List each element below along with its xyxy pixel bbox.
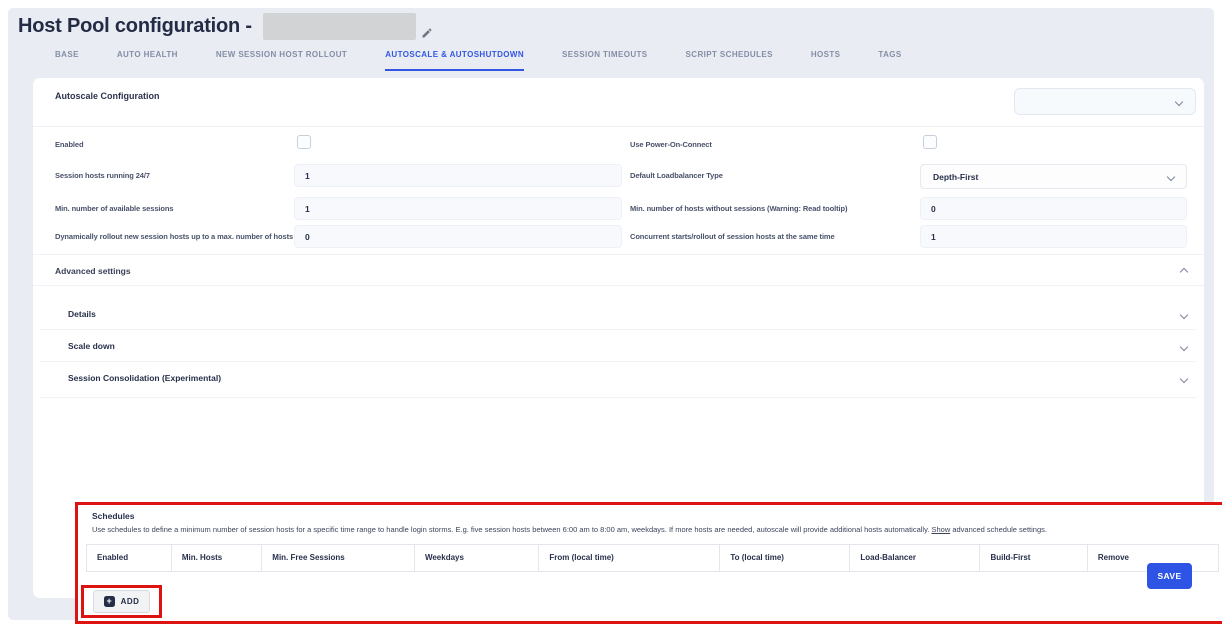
column-header-from-local-time: From (local time) [539, 545, 720, 571]
min-hosts-without-sessions-input[interactable] [920, 197, 1187, 220]
chevron-down-icon [1180, 343, 1188, 351]
tab-bar: BASE AUTO HEALTH NEW SESSION HOST ROLLOU… [55, 50, 902, 71]
tab-hosts[interactable]: HOSTS [811, 50, 841, 71]
autoscale-profile-dropdown[interactable] [1014, 88, 1196, 115]
schedules-highlight-box: Schedules Use schedules to define a mini… [75, 502, 1222, 624]
add-button-highlight-box: + ADD [81, 585, 162, 618]
advanced-settings-sections: Details Scale down Session Consolidation… [40, 298, 1197, 398]
min-available-sessions-input[interactable] [294, 197, 622, 220]
column-header-build-first: Build-First [980, 545, 1087, 571]
edit-pencil-icon[interactable] [421, 27, 433, 39]
scale-down-label: Scale down [68, 330, 115, 361]
add-schedule-button-label: ADD [121, 597, 140, 606]
accordion-scale-down[interactable]: Scale down [40, 330, 1197, 362]
concurrent-starts-input[interactable] [920, 225, 1187, 248]
redacted-pool-name [263, 13, 416, 40]
use-power-on-connect-checkbox[interactable] [923, 135, 937, 149]
column-header-min-hosts: Min. Hosts [172, 545, 262, 571]
save-button[interactable]: SAVE [1147, 563, 1192, 589]
column-header-to-local-time: To (local time) [720, 545, 850, 571]
tab-script-schedules[interactable]: SCRIPT SCHEDULES [686, 50, 773, 71]
chevron-down-icon [1180, 375, 1188, 383]
details-label: Details [68, 298, 96, 329]
section-title-autoscale-configuration: Autoscale Configuration [55, 91, 160, 101]
enabled-control [294, 133, 622, 149]
tab-session-timeouts[interactable]: SESSION TIMEOUTS [562, 50, 648, 71]
form-row: Enabled Use Power-On-Connect [33, 133, 1204, 157]
power-on-connect-control [920, 133, 1187, 149]
advanced-settings-label: Advanced settings [55, 255, 131, 287]
page-title: Host Pool configuration - [18, 15, 252, 38]
session-consolidation-label: Session Consolidation (Experimental) [68, 362, 221, 397]
tab-tags[interactable]: TAGS [878, 50, 901, 71]
min-available-sessions-label: Min. number of available sessions [55, 197, 293, 221]
schedules-description: Use schedules to define a minimum number… [92, 525, 1217, 534]
concurrent-starts-control [920, 225, 1187, 248]
default-loadbalancer-type-value: Depth-First [933, 172, 978, 182]
max-hosts-rollout-label: Dynamically rollout new session hosts up… [55, 225, 293, 249]
column-header-load-balancer: Load-Balancer [850, 545, 980, 571]
tab-auto-health[interactable]: AUTO HEALTH [117, 50, 178, 71]
autoscale-config-card: Autoscale Configuration Enabled Use Powe… [33, 78, 1204, 598]
form-row: Session hosts running 24/7 Default Loadb… [33, 164, 1204, 188]
min-hosts-without-sessions-label: Min. number of hosts without sessions (W… [630, 197, 915, 221]
schedules-description-text: advanced schedule settings. [950, 525, 1047, 534]
concurrent-starts-label: Concurrent starts/rollout of session hos… [630, 225, 915, 249]
column-header-min-free-sessions: Min. Free Sessions [262, 545, 415, 571]
tab-new-session-host-rollout[interactable]: NEW SESSION HOST ROLLOUT [216, 50, 347, 71]
schedules-table-header: Enabled Min. Hosts Min. Free Sessions We… [86, 544, 1219, 572]
session-hosts-24-7-label: Session hosts running 24/7 [55, 164, 293, 188]
chevron-down-icon [1175, 97, 1183, 105]
tab-autoscale-autoshutdown[interactable]: AUTOSCALE & AUTOSHUTDOWN [385, 50, 524, 71]
min-hosts-without-sessions-control [920, 197, 1187, 220]
form-row: Dynamically rollout new session hosts up… [33, 225, 1204, 249]
session-hosts-24-7-control [294, 164, 622, 187]
chevron-down-icon [1167, 172, 1175, 180]
schedules-title: Schedules [92, 511, 135, 521]
form-row: Min. number of available sessions Min. n… [33, 197, 1204, 221]
chevron-down-icon [1180, 311, 1188, 319]
add-schedule-button[interactable]: + ADD [93, 590, 151, 613]
use-power-on-connect-label: Use Power-On-Connect [630, 133, 915, 157]
max-hosts-rollout-input[interactable] [294, 225, 622, 248]
plus-icon: + [104, 596, 115, 607]
accordion-session-consolidation[interactable]: Session Consolidation (Experimental) [40, 362, 1197, 397]
enabled-label: Enabled [55, 133, 293, 157]
chevron-up-icon [1180, 268, 1188, 276]
tab-base[interactable]: BASE [55, 50, 79, 71]
default-loadbalancer-type-select[interactable]: Depth-First [920, 164, 1187, 189]
show-advanced-schedule-settings-link[interactable]: Show [931, 525, 950, 534]
session-hosts-24-7-input[interactable] [294, 164, 622, 187]
schedules-description-text: Use schedules to define a minimum number… [92, 525, 931, 534]
divider [33, 126, 1204, 127]
accordion-advanced-settings[interactable]: Advanced settings [33, 254, 1204, 286]
column-header-weekdays: Weekdays [415, 545, 539, 571]
accordion-details[interactable]: Details [40, 298, 1197, 330]
min-available-sessions-control [294, 197, 622, 220]
max-hosts-rollout-control [294, 225, 622, 248]
default-loadbalancer-type-control: Depth-First [920, 164, 1187, 189]
column-header-enabled: Enabled [87, 545, 172, 571]
enabled-checkbox[interactable] [297, 135, 311, 149]
default-loadbalancer-type-label: Default Loadbalancer Type [630, 164, 915, 188]
host-pool-configuration-page: Host Pool configuration - BASE AUTO HEAL… [0, 0, 1222, 630]
